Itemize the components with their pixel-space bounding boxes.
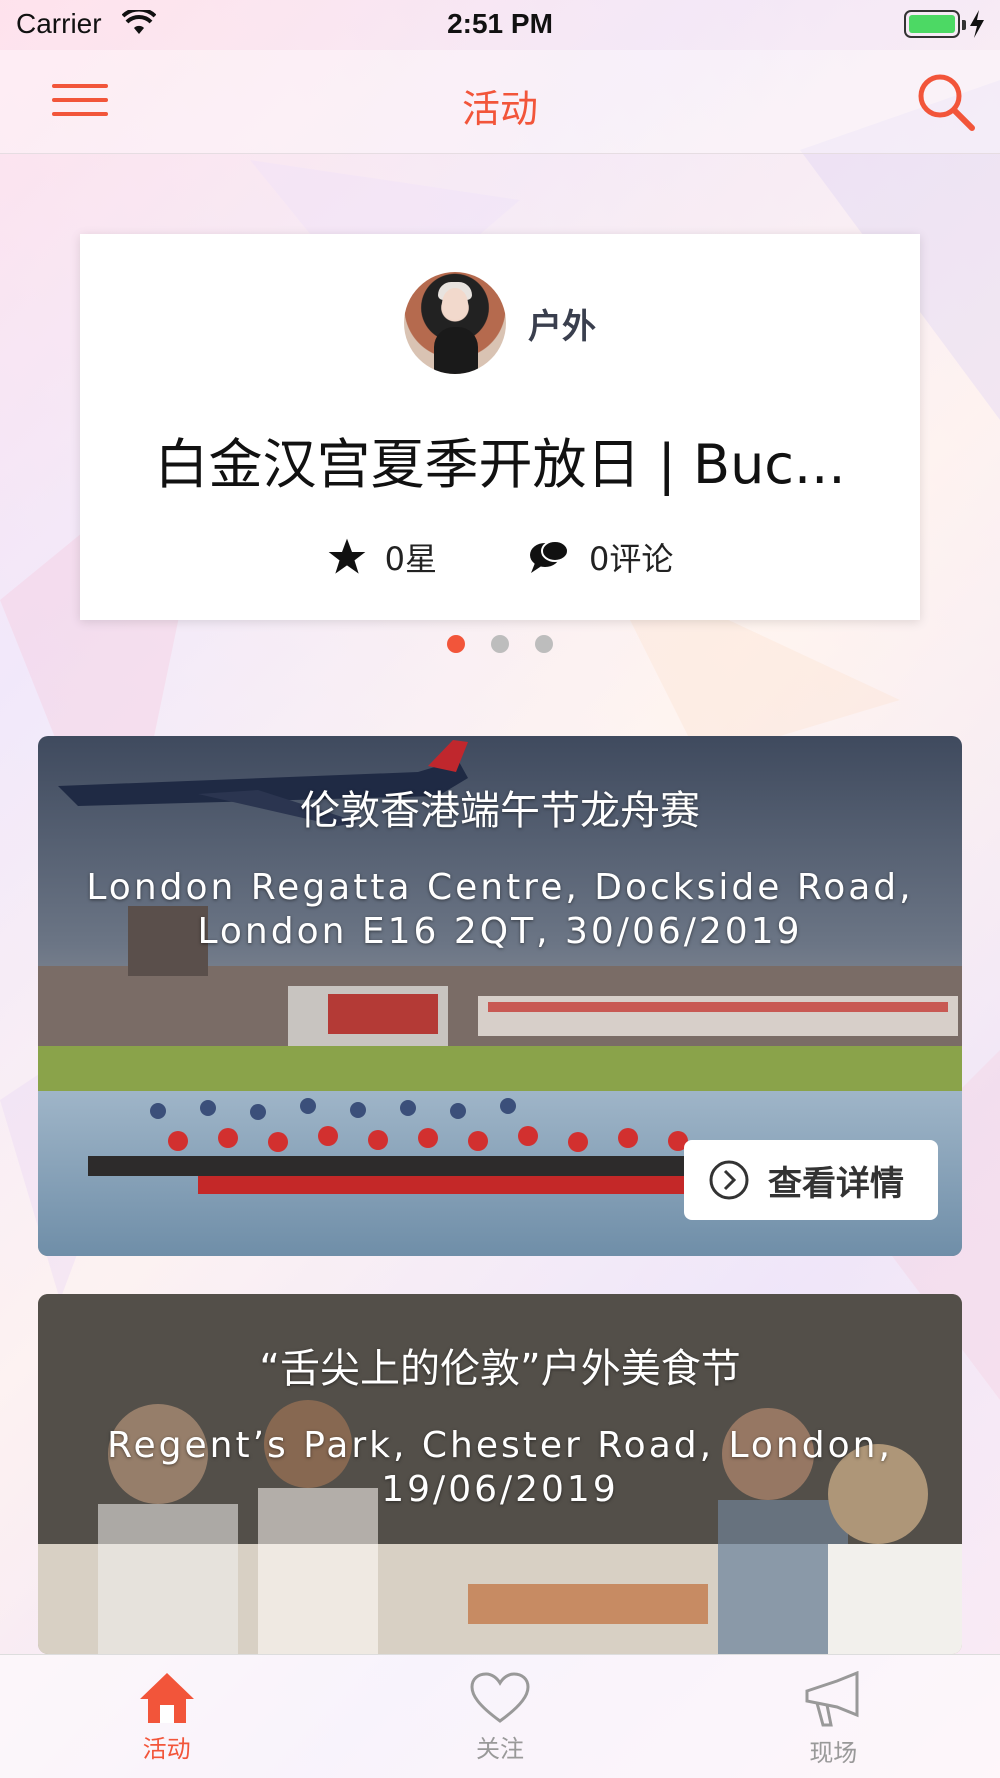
tab-following[interactable]: 关注 (333, 1655, 666, 1778)
event-card[interactable]: “舌尖上的伦敦”户外美食节 Regent’s Park, Chester Roa… (38, 1294, 962, 1654)
pager-dot[interactable] (447, 635, 465, 653)
event-card[interactable]: 伦敦香港端午节龙舟赛 London Regatta Centre, Docksi… (38, 736, 962, 1256)
comment-count-label: 0评论 (589, 540, 674, 578)
carousel-pager[interactable] (0, 635, 1000, 653)
home-icon (139, 1673, 194, 1723)
comment-icon (530, 540, 569, 573)
view-details-button[interactable]: 查看详情 (684, 1140, 938, 1220)
event-title: 伦敦香港端午节龙舟赛 (300, 788, 700, 834)
category-label: 户外 (528, 306, 596, 347)
heart-icon (470, 1672, 530, 1723)
chevron-right-icon (709, 1160, 749, 1200)
charging-bolt-icon (970, 10, 984, 38)
author-row: 户外 (80, 272, 920, 374)
star-count[interactable]: 0星 (327, 534, 437, 580)
tab-live[interactable]: 现场 (667, 1655, 1000, 1778)
tab-label: 活动 (142, 1735, 191, 1763)
navigation-bar: 活动 (0, 50, 1000, 154)
pager-dot[interactable] (535, 635, 553, 653)
stats-row: 0星 0评论 (80, 534, 920, 580)
tab-activities[interactable]: 活动 (0, 1655, 333, 1778)
comment-count[interactable]: 0评论 (527, 534, 673, 580)
tab-label: 关注 (475, 1735, 524, 1763)
page-title: 活动 (461, 87, 538, 131)
event-location-date: London Regatta Centre, Dockside Road, Lo… (86, 867, 914, 952)
avatar[interactable] (404, 272, 506, 374)
megaphone-icon (805, 1671, 859, 1727)
status-bar: Carrier 2:51 PM (0, 0, 1000, 50)
view-details-label: 查看详情 (768, 1163, 904, 1204)
tab-label: 现场 (809, 1739, 858, 1767)
star-count-label: 0星 (384, 540, 437, 578)
clock: 2:51 PM (447, 8, 553, 39)
star-icon (328, 538, 365, 574)
search-icon[interactable] (914, 70, 978, 134)
pager-dot[interactable] (491, 635, 509, 653)
featured-title: 白金汉宫夏季开放日 | Buc... (154, 433, 846, 496)
battery-icon (904, 10, 966, 38)
tab-bar: 活动 关注 现场 (0, 1654, 1000, 1778)
event-title: “舌尖上的伦敦”户外美食节 (259, 1346, 741, 1392)
featured-event-card[interactable]: 户外 白金汉宫夏季开放日 | Buc... 0星 0评论 (80, 234, 920, 620)
event-location-date: Regent’s Park, Chester Road, London, 19/… (107, 1425, 893, 1510)
